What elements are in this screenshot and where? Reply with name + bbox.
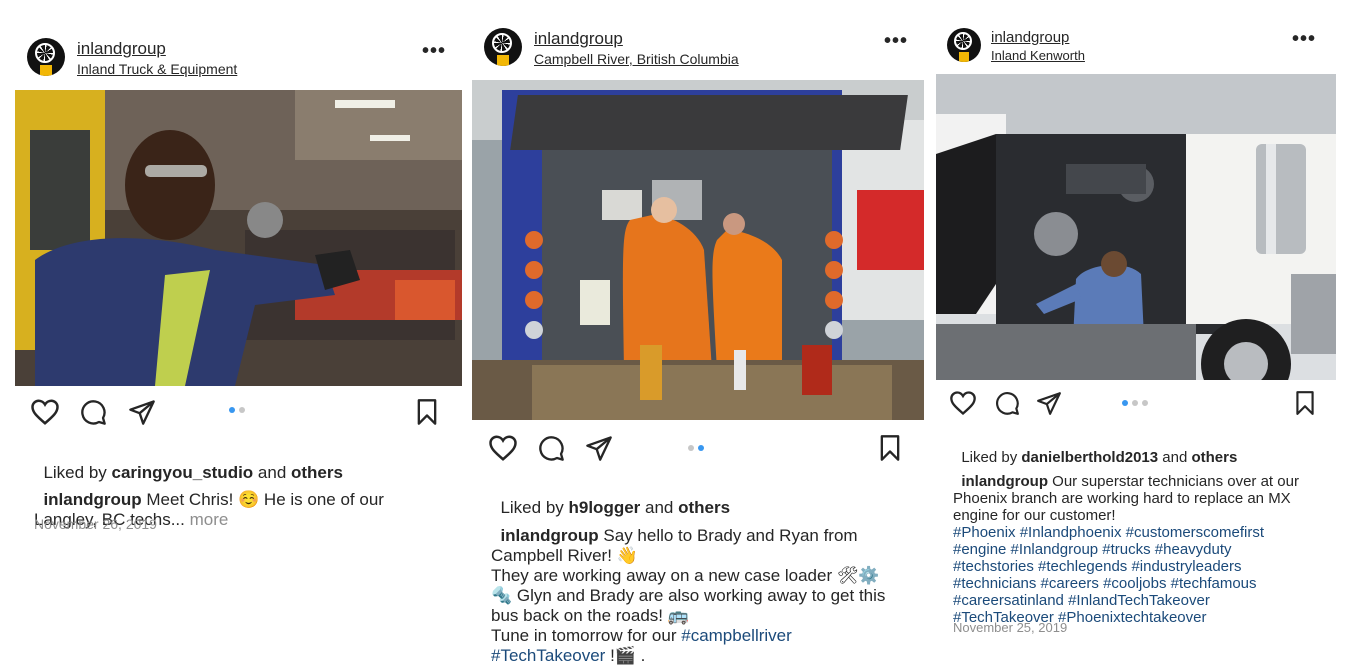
caption-text: Campbell River! 👋 — [491, 546, 638, 565]
more-options-icon[interactable]: ••• — [884, 30, 908, 53]
heart-icon[interactable] — [949, 390, 977, 416]
caption-text: !🎬 . — [605, 646, 646, 665]
hashtag-link[interactable]: #Phoenix #Inlandphoenix #customerscomefi… — [953, 524, 1264, 541]
comment-icon[interactable] — [993, 390, 1021, 416]
carousel-dot — [239, 407, 245, 413]
carousel-dot — [688, 445, 694, 451]
comment-icon[interactable] — [536, 434, 566, 462]
caption-username[interactable]: inlandgroup — [43, 490, 141, 509]
caption-text: Meet Chris! ☺️ He is one of our — [141, 490, 384, 509]
more-link[interactable]: more — [185, 510, 229, 529]
caption-text: They are working away on a new case load… — [491, 566, 880, 585]
action-bar — [15, 386, 462, 438]
more-options-icon[interactable]: ••• — [422, 40, 446, 63]
caption-text: 🔩 Glyn and Brady are also working away t… — [491, 586, 886, 605]
carousel-indicator — [1122, 400, 1148, 406]
bookmark-icon[interactable] — [1293, 390, 1317, 416]
avatar[interactable] — [484, 28, 522, 66]
carousel-dot — [1122, 400, 1128, 406]
hashtag-link[interactable]: #engine #Inlandgroup #trucks #heavyduty — [953, 541, 1232, 558]
action-bar — [472, 420, 924, 480]
heart-icon[interactable] — [30, 398, 60, 426]
post-header: inlandgroup Inland Kenworth ••• — [936, 20, 1336, 80]
hashtag-link[interactable]: #careersatinland #InlandTechTakeover — [953, 592, 1210, 609]
post-2: inlandgroup Campbell River, British Colu… — [472, 20, 924, 480]
location-link[interactable]: Inland Truck & Equipment — [77, 61, 237, 77]
username-link[interactable]: inlandgroup — [991, 29, 1069, 46]
post-date: November 26, 2019 — [34, 516, 157, 532]
avatar[interactable] — [27, 38, 65, 76]
bookmark-icon[interactable] — [877, 434, 903, 462]
caption-text: Phoenix branch are working hard to repla… — [953, 490, 1291, 507]
comment-icon[interactable] — [78, 398, 108, 426]
post-photo[interactable] — [15, 90, 462, 386]
username-link[interactable]: inlandgroup — [77, 39, 166, 59]
carousel-dot — [229, 407, 235, 413]
post-3: inlandgroup Inland Kenworth ••• — [936, 20, 1336, 428]
location-link[interactable]: Campbell River, British Columbia — [534, 51, 739, 67]
carousel-dot — [698, 445, 704, 451]
caption-text: Tune in tomorrow for our — [491, 626, 682, 645]
hashtag-link[interactable]: #campbellriver — [681, 626, 792, 645]
caption-post-2: inlandgroup Say hello to Brady and Ryan … — [491, 506, 885, 666]
avatar[interactable] — [947, 28, 981, 62]
caption-text: Our superstar technicians over at our — [1048, 473, 1299, 490]
carousel-dot — [1142, 400, 1148, 406]
post-date: November 25, 2019 — [953, 620, 1068, 635]
heart-icon[interactable] — [488, 434, 518, 462]
send-icon[interactable] — [127, 398, 157, 426]
send-icon[interactable] — [584, 434, 614, 462]
hashtag-link[interactable]: #technicians #careers #cooljobs #techfam… — [953, 575, 1257, 592]
hashtag-link[interactable]: #TechTakeover — [491, 646, 605, 665]
carousel-dot — [1132, 400, 1138, 406]
post-photo[interactable] — [472, 80, 924, 420]
post-photo[interactable] — [936, 74, 1336, 380]
caption-username[interactable]: inlandgroup — [961, 473, 1048, 490]
caption-username[interactable]: inlandgroup — [500, 526, 598, 545]
send-icon[interactable] — [1035, 390, 1063, 416]
bookmark-icon[interactable] — [414, 398, 440, 426]
caption-text: engine for our customer! — [953, 507, 1116, 524]
carousel-indicator — [688, 445, 704, 451]
action-bar — [936, 380, 1336, 428]
post-header: inlandgroup Campbell River, British Colu… — [472, 20, 924, 80]
post-1: inlandgroup Inland Truck & Equipment ••• — [15, 30, 462, 438]
caption-post-3: inlandgroup Our superstar technicians ov… — [953, 456, 1299, 626]
hashtag-link[interactable]: #techstories #techlegends #industryleade… — [953, 558, 1242, 575]
location-link[interactable]: Inland Kenworth — [991, 48, 1085, 63]
post-header: inlandgroup Inland Truck & Equipment ••• — [15, 30, 462, 90]
caption-text: Say hello to Brady and Ryan from — [598, 526, 858, 545]
username-link[interactable]: inlandgroup — [534, 29, 623, 49]
more-options-icon[interactable]: ••• — [1292, 28, 1316, 51]
carousel-indicator — [229, 407, 245, 413]
caption-text: bus back on the roads! 🚌 — [491, 606, 689, 625]
